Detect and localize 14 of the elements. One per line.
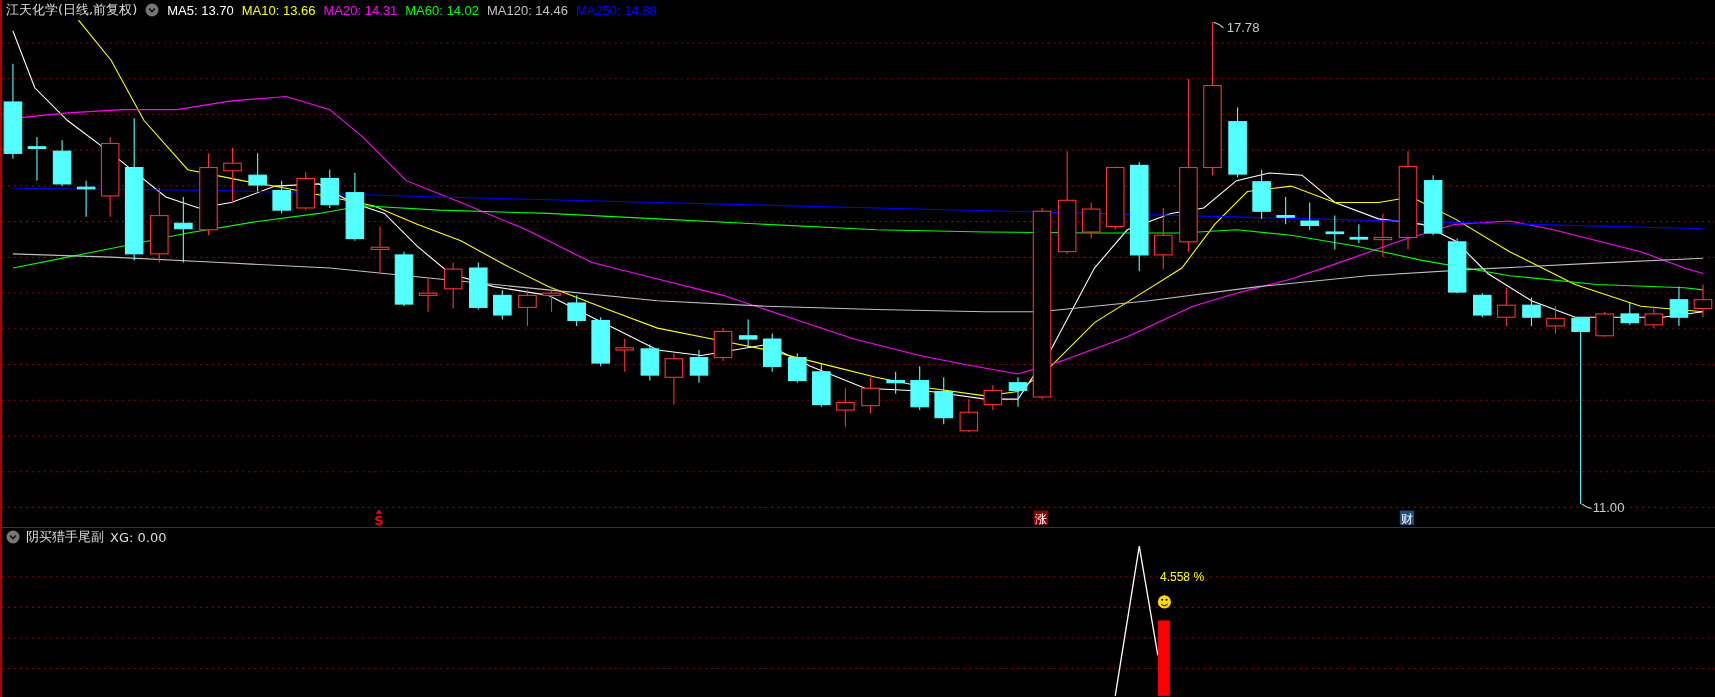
indicator-value: XG: 0.00 <box>110 529 167 545</box>
high-price-label: 17.78 <box>1213 20 1260 36</box>
signal-badge: 涨 <box>1033 510 1049 526</box>
moving-average-value: MA10: 13.66 <box>241 2 316 18</box>
moving-average-value: MA20: 14.31 <box>323 2 398 18</box>
moving-average-value: MA5: 13.70 <box>167 2 234 18</box>
moving-average-value: MA60: 14.02 <box>405 2 479 18</box>
chart-title: 江天化学(日线,前复权) <box>6 1 138 19</box>
percent-label: 4.558 % <box>1160 570 1205 585</box>
signal-badge: 财 <box>1399 510 1414 526</box>
low-price-label: 11.00 <box>1581 499 1625 515</box>
indicator-name: 阴买猎手尾副 <box>26 528 104 546</box>
moving-average-value: MA120: 14.46 <box>486 2 568 18</box>
moving-average-value: MA250: 14.88 <box>575 2 657 18</box>
